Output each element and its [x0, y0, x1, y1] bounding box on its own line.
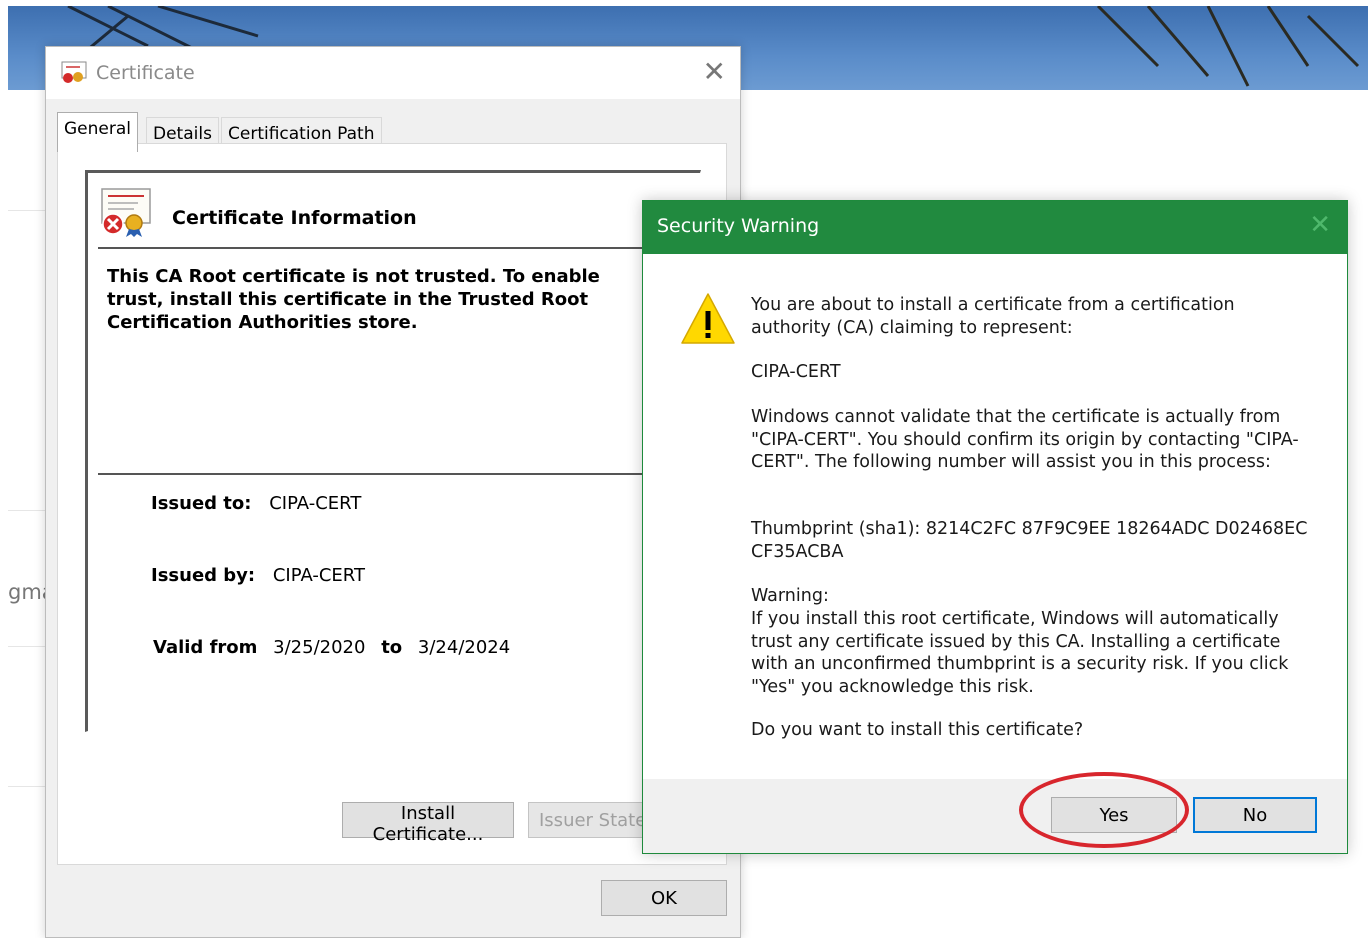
warning-text: If you install this root certificate, Wi…: [751, 609, 1289, 697]
certificate-error-icon: [101, 188, 151, 237]
issued-to-value: CIPA-CERT: [269, 493, 362, 514]
ok-button[interactable]: OK: [601, 880, 727, 916]
issued-by-label: Issued by:: [151, 565, 256, 586]
certificate-titlebar[interactable]: Certificate ✕: [46, 47, 740, 99]
certificate-information-box: Certificate Information This CA Root cer…: [85, 170, 701, 732]
valid-from-label: Valid from: [153, 637, 258, 658]
install-intro-text: You are about to install a certificate f…: [751, 295, 1235, 338]
details-divider: [98, 473, 700, 475]
certificate-name-text: CIPA-CERT: [751, 362, 841, 382]
validation-text: Windows cannot validate that the certifi…: [751, 407, 1299, 472]
background-divider: [8, 510, 48, 511]
issued-to-label: Issued to:: [151, 493, 252, 514]
issued-to-row: Issued to: CIPA-CERT: [151, 493, 361, 514]
security-warning-title: Security Warning: [657, 215, 820, 237]
trust-warning-text: This CA Root certificate is not trusted.…: [107, 266, 600, 333]
yes-button[interactable]: Yes: [1051, 797, 1177, 833]
general-tab-panel: Certificate Information This CA Root cer…: [57, 143, 727, 865]
close-icon[interactable]: ✕: [703, 55, 726, 88]
background-divider: [8, 786, 48, 787]
background-divider: [8, 210, 48, 211]
install-question-text: Do you want to install this certificate?: [751, 720, 1084, 740]
warning-triangle-icon: [681, 293, 735, 344]
security-warning-dialog: Security Warning ✕ You are about to inst…: [642, 200, 1348, 854]
certificate-information-heading: Certificate Information: [172, 207, 417, 229]
security-warning-titlebar[interactable]: Security Warning ✕: [643, 201, 1347, 254]
background-divider: [8, 646, 48, 647]
close-icon[interactable]: ✕: [1309, 210, 1331, 240]
issued-by-row: Issued by: CIPA-CERT: [151, 565, 365, 586]
validity-row: Valid from 3/25/2020 to 3/24/2024: [153, 637, 510, 658]
issued-by-value: CIPA-CERT: [272, 565, 365, 586]
certificate-window: Certificate ✕ General Details Certificat…: [45, 46, 741, 938]
no-button[interactable]: No: [1193, 797, 1317, 833]
tab-general[interactable]: General: [57, 112, 138, 152]
valid-to-label: to: [381, 637, 403, 658]
heading-divider: [98, 247, 700, 249]
certificate-window-title: Certificate: [96, 62, 195, 84]
install-certificate-button[interactable]: Install Certificate...: [342, 802, 514, 845]
warning-label: Warning:: [751, 586, 829, 606]
thumbprint-text: Thumbprint (sha1): 8214C2FC 87F9C9EE 182…: [751, 519, 1308, 562]
valid-to-value: 3/24/2024: [417, 637, 511, 658]
certificate-icon: [61, 61, 87, 83]
valid-from-value: 3/25/2020: [273, 637, 366, 658]
